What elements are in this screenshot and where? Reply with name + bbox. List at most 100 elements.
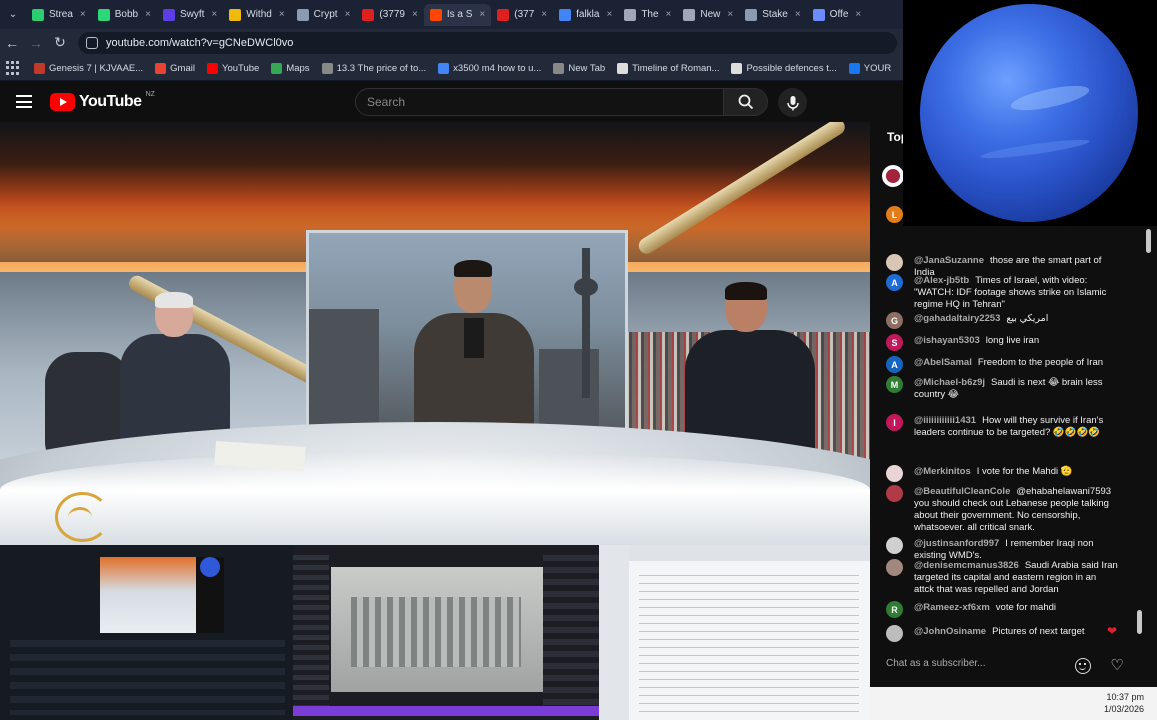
- chat-author[interactable]: @ishayan5303: [914, 335, 980, 346]
- thumbnail-stream-window[interactable]: [293, 545, 599, 720]
- avatar[interactable]: A: [886, 356, 903, 373]
- tab-close-icon[interactable]: ×: [666, 9, 672, 20]
- tab-close-icon[interactable]: ×: [345, 9, 351, 20]
- browser-address-bar: ← → ↻ youtube.com/watch?v=gCNeDWCl0vo: [0, 29, 903, 56]
- chat-author[interactable]: @iiiiiiiiiiii1431: [914, 415, 976, 426]
- tab-close-icon[interactable]: ×: [145, 9, 151, 20]
- heart-icon[interactable]: ♡: [1108, 657, 1126, 675]
- browser-tab[interactable]: Swyft ×: [157, 4, 223, 26]
- tab-close-icon[interactable]: ×: [412, 9, 418, 20]
- chat-message-body: @JohnOsiname Pictures of next target: [914, 626, 1118, 638]
- bookmark-label: Gmail: [170, 62, 195, 74]
- avatar[interactable]: A: [886, 274, 903, 291]
- avatar[interactable]: [886, 559, 903, 576]
- back-arrow-icon[interactable]: ←: [0, 31, 24, 55]
- chat-author[interactable]: @justinsanford997: [914, 538, 999, 549]
- forward-arrow-icon[interactable]: →: [24, 31, 48, 55]
- chat-author[interactable]: @Rameez-xf6xm: [914, 602, 990, 613]
- apps-grid-icon[interactable]: [6, 61, 19, 75]
- browser-tab[interactable]: Withd ×: [223, 4, 290, 26]
- clock-date[interactable]: 1/03/2026: [1104, 704, 1144, 714]
- tab-close-icon[interactable]: ×: [855, 9, 861, 20]
- chat-author[interactable]: @Alex-jb5tb: [914, 275, 969, 286]
- browser-tab[interactable]: Stake ×: [739, 4, 806, 26]
- browser-tab[interactable]: falkla ×: [553, 4, 618, 26]
- chat-author[interactable]: @gahadaltairy2253: [914, 313, 1000, 324]
- bookmark-item[interactable]: Maps: [266, 62, 314, 74]
- avatar[interactable]: [886, 537, 903, 554]
- avatar[interactable]: G: [886, 312, 903, 329]
- chat-author[interactable]: @BeautifulCleanCole: [914, 486, 1010, 497]
- chat-author[interactable]: @AbelSamal: [914, 357, 972, 368]
- guest-hair: [454, 260, 492, 277]
- tab-close-icon[interactable]: ×: [279, 9, 285, 20]
- bookmark-favicon-icon: [731, 62, 743, 74]
- tab-close-icon[interactable]: ×: [795, 9, 801, 20]
- avatar[interactable]: R: [886, 601, 903, 618]
- pinned-avatar[interactable]: [882, 165, 904, 187]
- bookmark-item[interactable]: YOUR: [844, 62, 896, 74]
- bookmark-item[interactable]: 13.3 The price of to...: [317, 62, 432, 74]
- thumbnail-sidebar: [293, 555, 329, 715]
- avatar[interactable]: M: [886, 376, 903, 393]
- avatar[interactable]: S: [886, 334, 903, 351]
- avatar[interactable]: [886, 465, 903, 482]
- thumbnail-spreadsheet-window[interactable]: [599, 545, 870, 720]
- browser-tab[interactable]: The ×: [618, 4, 677, 26]
- chat-text: I vote for the Mahdi 🫡: [976, 466, 1073, 477]
- chat-author[interactable]: @JohnOsiname: [914, 626, 986, 637]
- bookmark-item[interactable]: New Tab: [548, 62, 610, 74]
- tab-close-icon[interactable]: ×: [541, 9, 547, 20]
- thumbnail-editor-window[interactable]: [0, 545, 293, 720]
- browser-tab[interactable]: (377 ×: [491, 4, 553, 26]
- search-button[interactable]: [723, 88, 768, 116]
- browser-tab[interactable]: (3779 ×: [356, 4, 423, 26]
- tab-close-icon[interactable]: ×: [727, 9, 733, 20]
- browser-tab[interactable]: Offe ×: [807, 4, 868, 26]
- clock-time[interactable]: 10:37 pm: [1106, 692, 1144, 702]
- avatar[interactable]: [886, 485, 903, 502]
- bookmark-label: Timeline of Roman...: [632, 62, 720, 74]
- search-input[interactable]: Search: [355, 88, 724, 116]
- tab-close-icon[interactable]: ×: [80, 9, 86, 20]
- chat-scrollbar-thumb[interactable]: [1137, 610, 1142, 634]
- site-info-icon[interactable]: [86, 36, 98, 49]
- chat-author[interactable]: @Michael-b6z9j: [914, 377, 985, 388]
- bookmark-item[interactable]: x3500 m4 how to u...: [433, 62, 546, 74]
- bookmark-item[interactable]: Genesis 7 | KJVAAE...: [29, 62, 148, 74]
- emoji-icon[interactable]: [1075, 658, 1091, 674]
- bookmark-favicon-icon: [438, 62, 450, 74]
- milad-tower: [574, 248, 598, 398]
- chat-author[interactable]: @JanaSuzanne: [914, 255, 984, 266]
- reload-icon[interactable]: ↻: [48, 31, 72, 55]
- tab-close-icon[interactable]: ×: [606, 9, 612, 20]
- browser-tab[interactable]: New ×: [677, 4, 739, 26]
- video-player[interactable]: [0, 122, 870, 545]
- browser-tab[interactable]: Is a S ×: [423, 3, 492, 26]
- tab-search-dropdown-icon[interactable]: ⌄: [0, 0, 26, 29]
- browser-tab[interactable]: Bobb ×: [92, 4, 157, 26]
- menu-icon[interactable]: [16, 95, 32, 108]
- chat-scrollbar[interactable]: [1146, 229, 1151, 253]
- tab-label: Withd: [246, 9, 272, 20]
- bookmark-item[interactable]: YouTube: [202, 62, 264, 74]
- chat-author[interactable]: @Merkinitos: [914, 466, 971, 477]
- browser-tab[interactable]: Crypt ×: [291, 4, 357, 26]
- youtube-logo[interactable]: YouTube NZ: [50, 91, 155, 111]
- tab-close-icon[interactable]: ×: [211, 9, 217, 20]
- browser-tab[interactable]: Strea ×: [26, 4, 92, 26]
- tab-favicon-icon: [97, 8, 110, 21]
- voice-search-button[interactable]: [778, 88, 807, 117]
- bookmark-item[interactable]: Gmail: [150, 62, 200, 74]
- bookmark-label: x3500 m4 how to u...: [453, 62, 542, 74]
- avatar[interactable]: I: [886, 414, 903, 431]
- omnibox[interactable]: youtube.com/watch?v=gCNeDWCl0vo: [78, 31, 897, 54]
- bookmark-item[interactable]: Possible defences t...: [726, 62, 841, 74]
- url-text[interactable]: youtube.com/watch?v=gCNeDWCl0vo: [106, 37, 293, 49]
- avatar[interactable]: [886, 625, 903, 642]
- chat-author[interactable]: @denisemcmanus3826: [914, 560, 1019, 571]
- bookmark-item[interactable]: Timeline of Roman...: [612, 62, 724, 74]
- chat-input[interactable]: Chat as a subscriber...: [886, 658, 1076, 672]
- avatar[interactable]: [886, 254, 903, 271]
- tab-close-icon[interactable]: ×: [479, 9, 485, 20]
